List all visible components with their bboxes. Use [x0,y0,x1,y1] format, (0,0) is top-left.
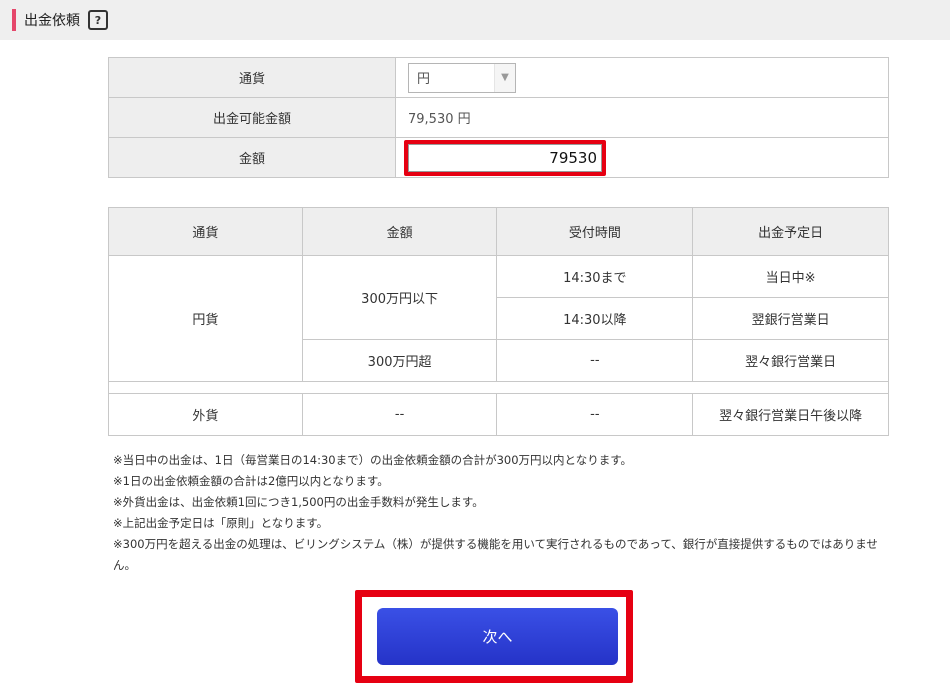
over-time-cell: -- [496,339,694,382]
page-title: 出金依頼 [24,13,80,29]
amount-label: 金額 [108,137,396,178]
amount-row: 金額 [108,137,889,178]
yen-category-cell: 円貨 [108,255,303,382]
foreign-category-cell: 外貨 [108,393,303,436]
available-amount-value: 79,530 円 [395,97,889,138]
chevron-down-icon[interactable]: ▼ [494,63,515,92]
withdrawal-request-page: 出金依頼 ? 通貨 円 ▼ 出金可能金額 79,530 円 金額 79530 通… [0,0,950,684]
schedule-header-date: 出金予定日 [692,207,889,256]
note-principle: ※上記出金予定日は「原則」となります。 [113,516,329,530]
schedule-header-time: 受付時間 [496,207,694,256]
page-header: 出金依頼 ? [0,0,950,40]
amount-input[interactable] [408,143,602,172]
amount-highlight-frame [404,139,606,176]
foreign-date-cell: 翌々銀行営業日午後以降 [692,393,889,436]
withdrawal-schedule-table: 通貨 金額 受付時間 出金予定日 円貨 300万円以下 14:30まで 当日中※… [108,207,889,436]
next-button[interactable]: 次へ [377,608,618,665]
schedule-header-currency: 通貨 [108,207,303,256]
foreign-amount-cell: -- [301,393,498,436]
time-after-cell: 14:30以降 [496,297,694,340]
table-spacer-row [108,381,889,394]
note-foreign-fee: ※外貨出金は、出金依頼1回につき1,500円の出金手数料が発生します。 [113,495,484,509]
table-row: 円貨 300万円以下 14:30まで 当日中※ [108,255,889,382]
amount-cell [395,137,889,178]
help-icon[interactable]: ? [88,10,108,30]
schedule-header-row: 通貨 金額 受付時間 出金予定日 [108,207,889,256]
foreign-time-cell: -- [496,393,694,436]
currency-select[interactable]: 円 ▼ [408,62,516,93]
notes-section: ※当日中の出金は、1日（毎営業日の14:30まで）の出金依頼金額の合計が300万… [113,450,893,576]
over-amount-cell: 300万円超 [301,339,498,382]
header-accent-bar [12,9,16,31]
available-amount-row: 出金可能金額 79,530 円 [108,97,889,138]
currency-selected-value: 円 [417,72,431,87]
currency-cell: 円 ▼ [395,57,889,98]
date-same-day-cell: 当日中※ [692,255,889,298]
time-before-cell: 14:30まで [496,255,694,298]
date-next-next-cell: 翌々銀行営業日 [692,339,889,382]
table-row: 外貨 -- -- 翌々銀行営業日午後以降 [108,393,889,436]
under-amount-cell: 300万円以下 [301,255,498,340]
available-amount-label: 出金可能金額 [108,97,396,138]
date-next-cell: 翌銀行営業日 [692,297,889,340]
note-daily-limit: ※1日の出金依頼金額の合計は2億円以内となります。 [113,474,389,488]
currency-label: 通貨 [108,57,396,98]
note-same-day: ※当日中の出金は、1日（毎営業日の14:30まで）の出金依頼金額の合計が300万… [113,453,633,467]
table-spacer-cell [108,381,889,394]
currency-row: 通貨 円 ▼ [108,57,889,98]
schedule-header-amount: 金額 [301,207,498,256]
withdrawal-form-table: 通貨 円 ▼ 出金可能金額 79,530 円 金額 [108,57,889,178]
note-billing-system: ※300万円を超える出金の処理は、ビリングシステム（株）が提供する機能を用いて実… [113,537,878,572]
